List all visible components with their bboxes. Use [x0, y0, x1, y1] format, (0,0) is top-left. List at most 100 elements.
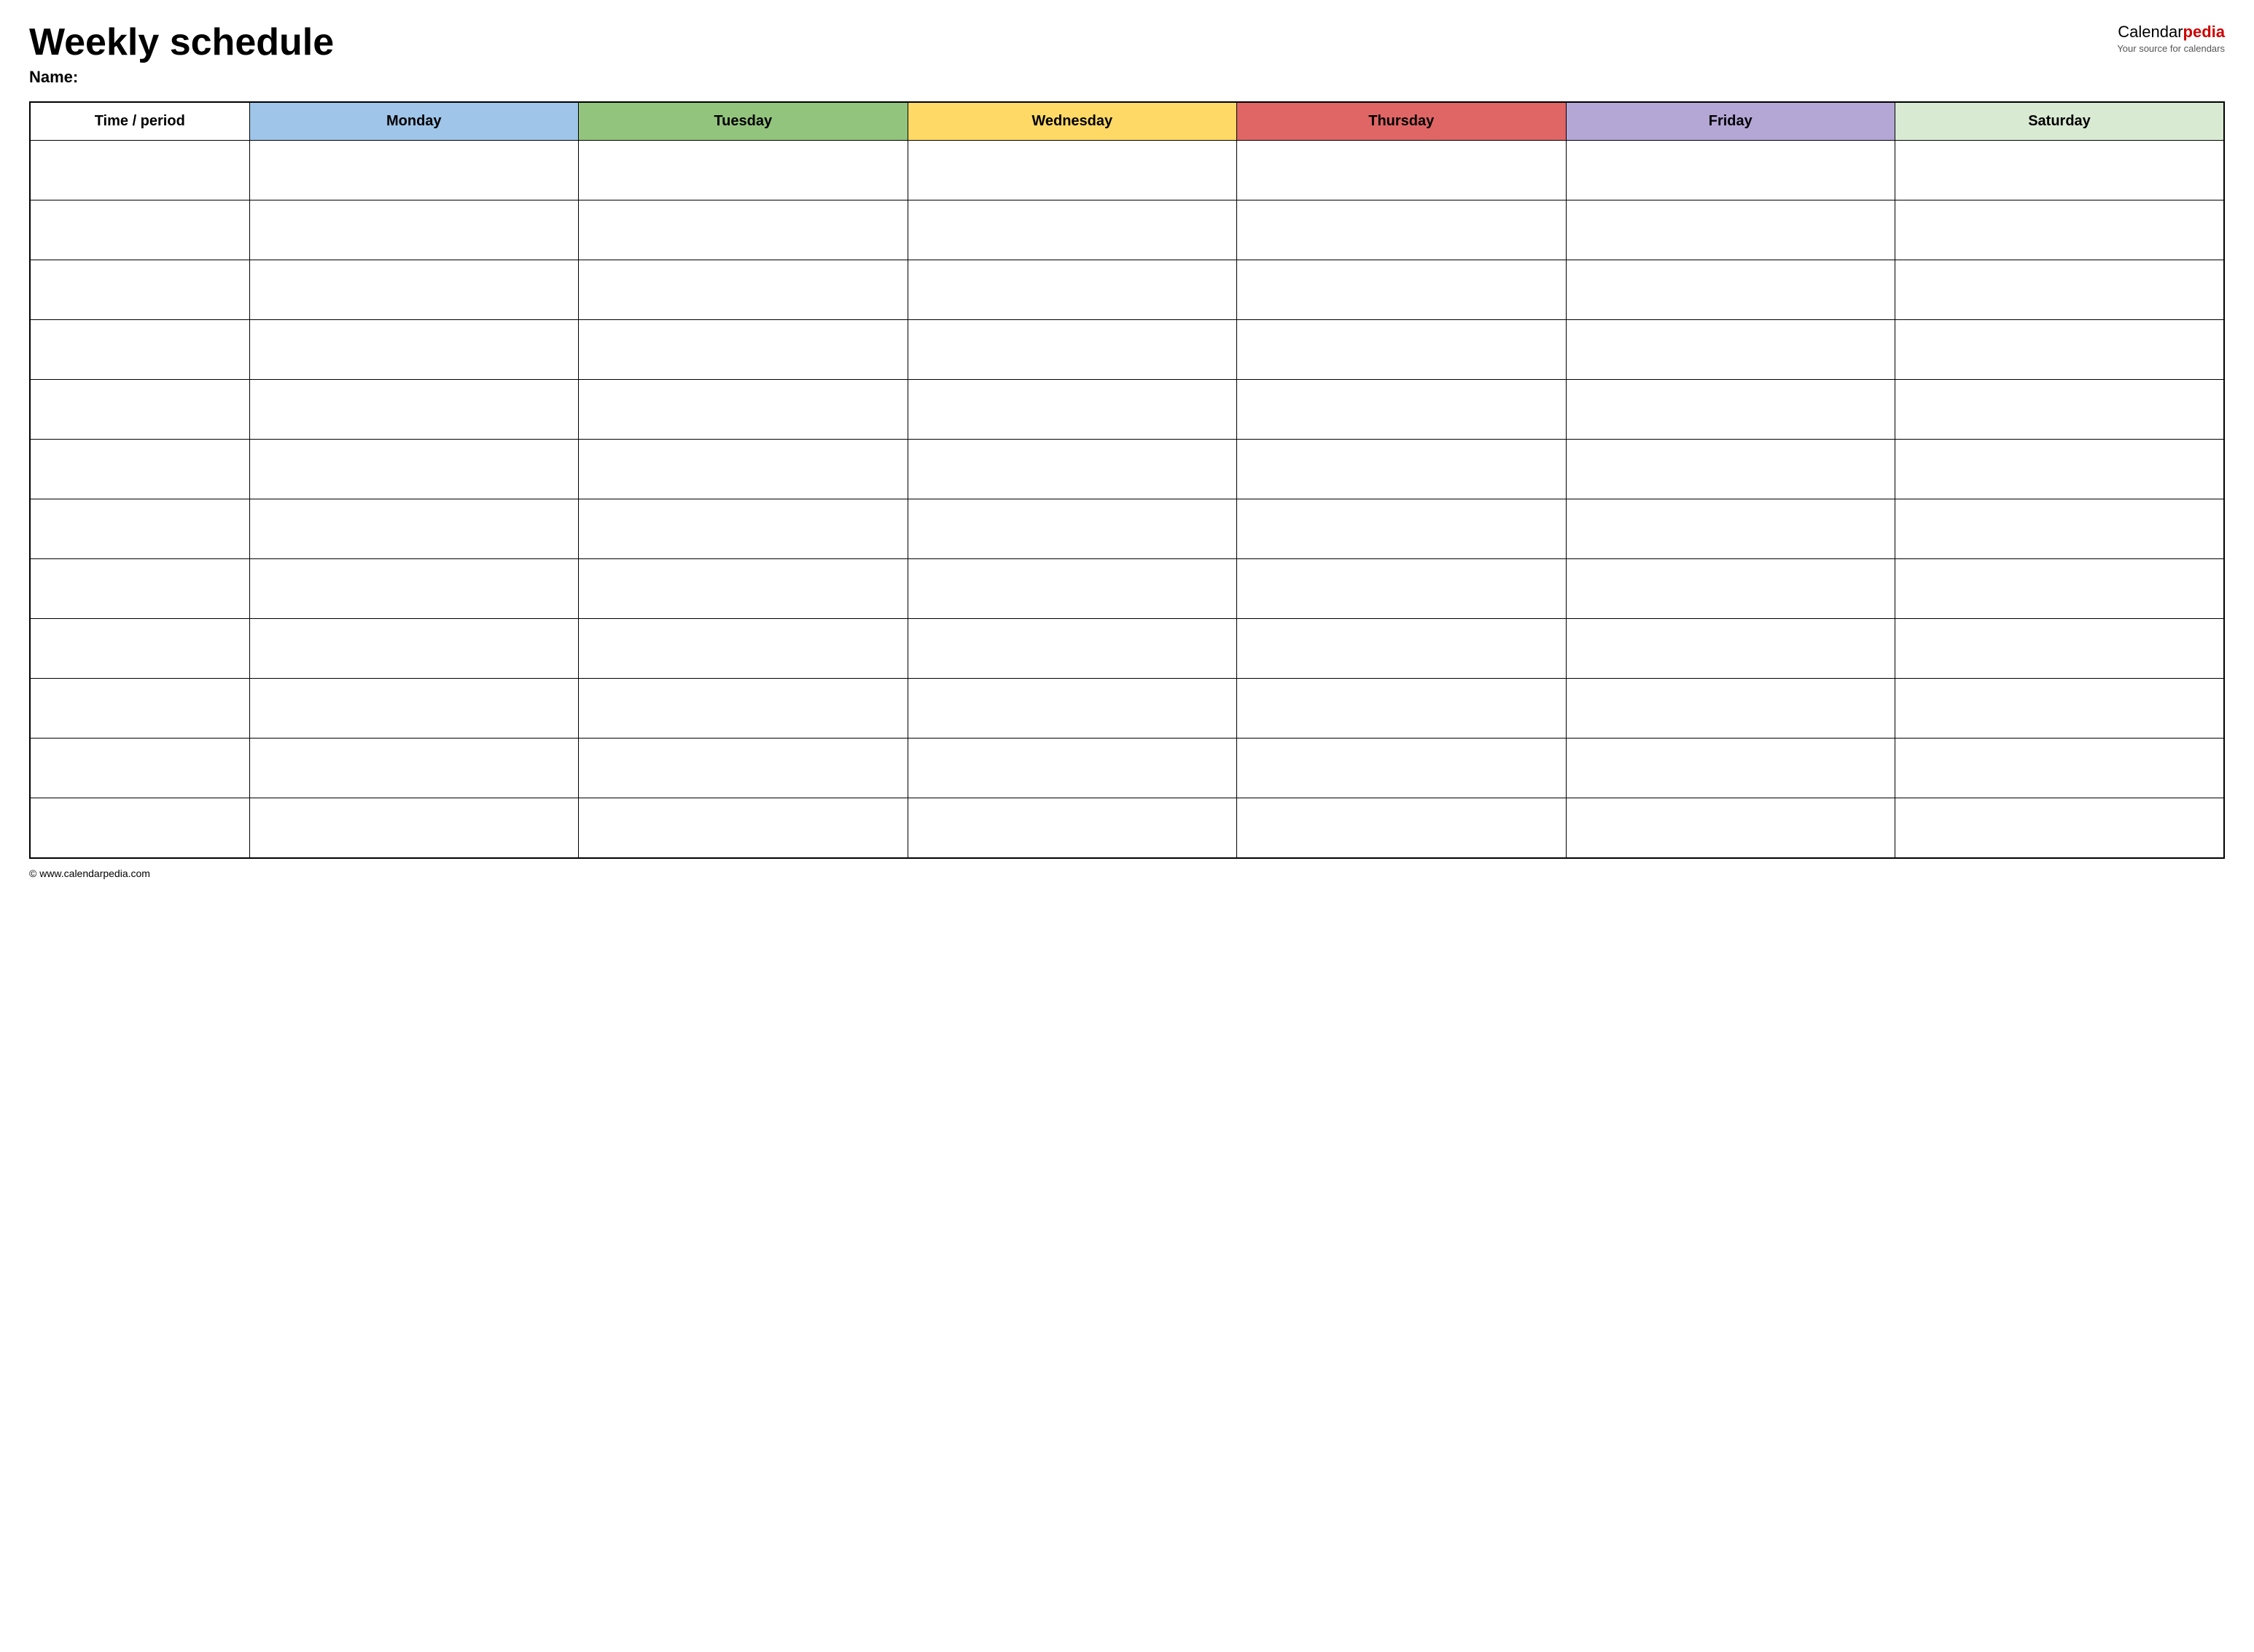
table-cell[interactable]	[249, 200, 579, 260]
table-cell[interactable]	[30, 200, 249, 260]
table-cell[interactable]	[908, 260, 1237, 320]
table-cell[interactable]	[30, 141, 249, 200]
table-cell[interactable]	[1566, 798, 1895, 858]
table-cell[interactable]	[30, 559, 249, 619]
table-cell[interactable]	[1566, 260, 1895, 320]
col-header-friday: Friday	[1566, 102, 1895, 141]
table-cell[interactable]	[1895, 320, 2225, 380]
table-cell[interactable]	[579, 141, 908, 200]
table-cell[interactable]	[30, 320, 249, 380]
table-cell[interactable]	[908, 200, 1237, 260]
table-row[interactable]	[30, 739, 2224, 798]
table-cell[interactable]	[908, 559, 1237, 619]
table-cell[interactable]	[249, 798, 579, 858]
table-cell[interactable]	[579, 798, 908, 858]
table-row[interactable]	[30, 499, 2224, 559]
table-cell[interactable]	[908, 619, 1237, 679]
table-row[interactable]	[30, 559, 2224, 619]
table-cell[interactable]	[579, 679, 908, 739]
table-cell[interactable]	[1237, 499, 1567, 559]
table-cell[interactable]	[1237, 619, 1567, 679]
table-cell[interactable]	[908, 679, 1237, 739]
table-cell[interactable]	[249, 440, 579, 499]
table-cell[interactable]	[1895, 559, 2225, 619]
col-header-monday: Monday	[249, 102, 579, 141]
table-cell[interactable]	[1237, 320, 1567, 380]
table-cell[interactable]	[249, 320, 579, 380]
table-cell[interactable]	[1237, 380, 1567, 440]
table-cell[interactable]	[908, 320, 1237, 380]
table-row[interactable]	[30, 320, 2224, 380]
table-cell[interactable]	[30, 499, 249, 559]
table-cell[interactable]	[579, 380, 908, 440]
table-cell[interactable]	[1895, 679, 2225, 739]
table-cell[interactable]	[30, 380, 249, 440]
table-cell[interactable]	[579, 619, 908, 679]
table-cell[interactable]	[1566, 679, 1895, 739]
table-cell[interactable]	[30, 260, 249, 320]
table-cell[interactable]	[908, 499, 1237, 559]
table-cell[interactable]	[908, 380, 1237, 440]
table-cell[interactable]	[579, 320, 908, 380]
table-cell[interactable]	[1566, 380, 1895, 440]
table-cell[interactable]	[30, 798, 249, 858]
table-cell[interactable]	[1566, 499, 1895, 559]
table-row[interactable]	[30, 440, 2224, 499]
table-cell[interactable]	[1566, 619, 1895, 679]
table-cell[interactable]	[1895, 380, 2225, 440]
table-cell[interactable]	[1566, 559, 1895, 619]
table-row[interactable]	[30, 141, 2224, 200]
table-cell[interactable]	[249, 619, 579, 679]
table-cell[interactable]	[1237, 739, 1567, 798]
table-cell[interactable]	[1237, 798, 1567, 858]
table-cell[interactable]	[908, 440, 1237, 499]
table-cell[interactable]	[249, 679, 579, 739]
table-cell[interactable]	[249, 499, 579, 559]
table-row[interactable]	[30, 619, 2224, 679]
table-cell[interactable]	[1895, 200, 2225, 260]
table-cell[interactable]	[1237, 559, 1567, 619]
name-label: Name:	[29, 68, 334, 87]
title-section: Weekly schedule Name:	[29, 22, 334, 87]
table-cell[interactable]	[908, 798, 1237, 858]
table-cell[interactable]	[1895, 739, 2225, 798]
table-cell[interactable]	[1895, 141, 2225, 200]
table-cell[interactable]	[908, 141, 1237, 200]
table-cell[interactable]	[579, 440, 908, 499]
table-cell[interactable]	[30, 739, 249, 798]
table-cell[interactable]	[579, 559, 908, 619]
table-row[interactable]	[30, 260, 2224, 320]
table-row[interactable]	[30, 380, 2224, 440]
table-cell[interactable]	[579, 499, 908, 559]
table-cell[interactable]	[579, 739, 908, 798]
table-row[interactable]	[30, 200, 2224, 260]
table-cell[interactable]	[1566, 320, 1895, 380]
table-row[interactable]	[30, 798, 2224, 858]
table-cell[interactable]	[1237, 141, 1567, 200]
table-cell[interactable]	[1566, 200, 1895, 260]
table-cell[interactable]	[1895, 499, 2225, 559]
table-cell[interactable]	[908, 739, 1237, 798]
table-cell[interactable]	[1566, 141, 1895, 200]
table-cell[interactable]	[1237, 679, 1567, 739]
table-cell[interactable]	[249, 260, 579, 320]
table-cell[interactable]	[579, 260, 908, 320]
table-cell[interactable]	[1895, 798, 2225, 858]
table-cell[interactable]	[249, 739, 579, 798]
table-cell[interactable]	[1237, 440, 1567, 499]
table-cell[interactable]	[30, 679, 249, 739]
table-cell[interactable]	[1237, 260, 1567, 320]
table-cell[interactable]	[30, 619, 249, 679]
table-cell[interactable]	[1566, 739, 1895, 798]
table-row[interactable]	[30, 679, 2224, 739]
table-cell[interactable]	[1895, 260, 2225, 320]
table-cell[interactable]	[579, 200, 908, 260]
table-cell[interactable]	[249, 559, 579, 619]
table-cell[interactable]	[1237, 200, 1567, 260]
table-cell[interactable]	[249, 141, 579, 200]
table-cell[interactable]	[1895, 619, 2225, 679]
table-cell[interactable]	[30, 440, 249, 499]
table-cell[interactable]	[1566, 440, 1895, 499]
table-cell[interactable]	[1895, 440, 2225, 499]
table-cell[interactable]	[249, 380, 579, 440]
